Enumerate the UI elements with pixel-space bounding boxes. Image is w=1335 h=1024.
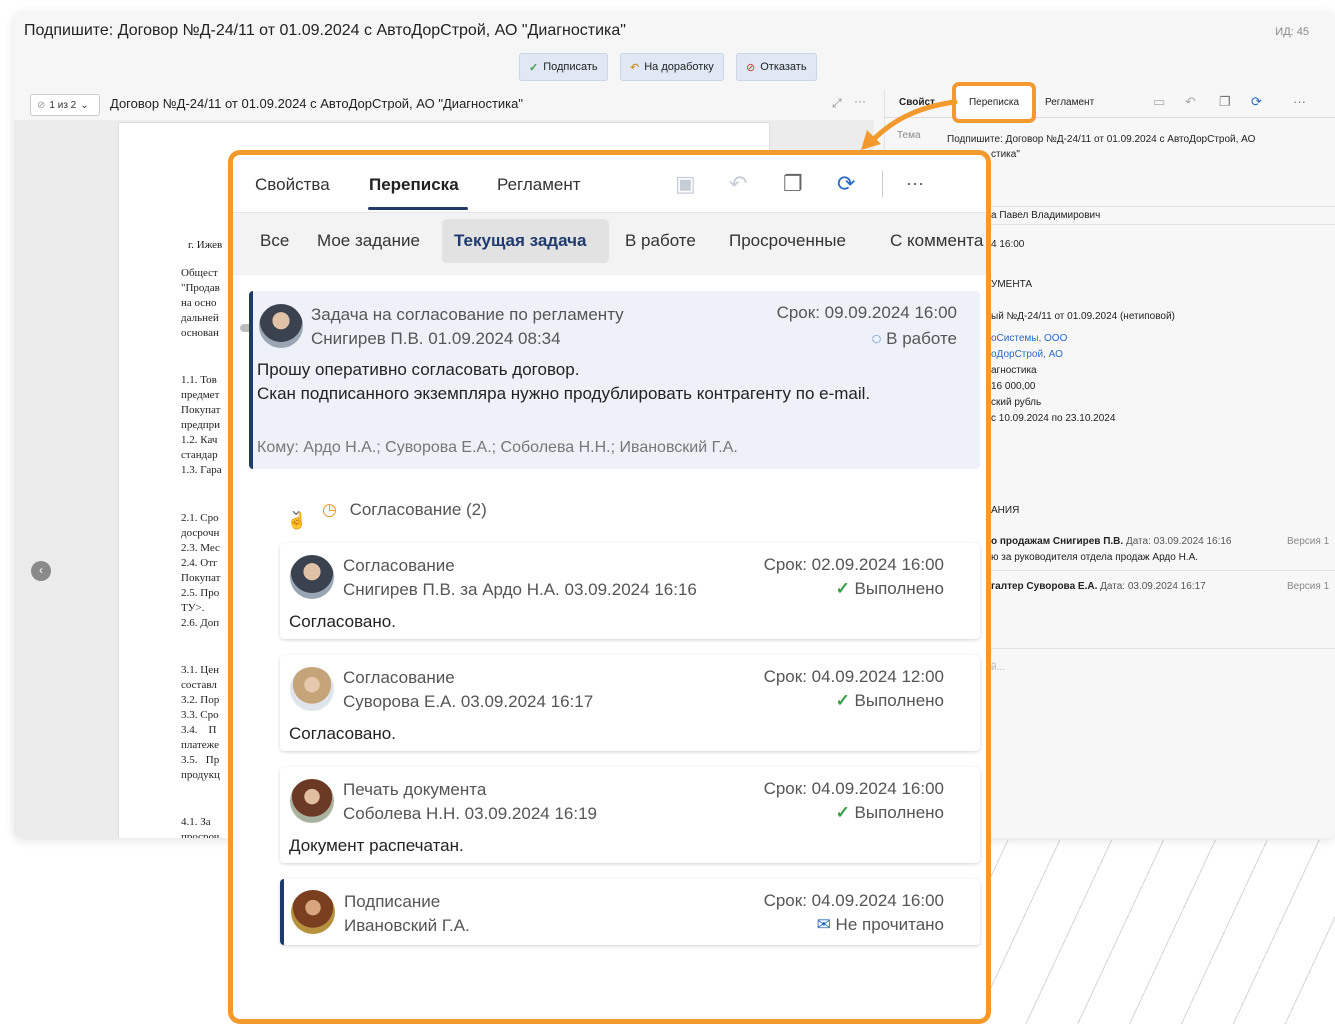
filter-all[interactable]: Все [260, 231, 289, 251]
chevron-down-icon: ⌄ [80, 99, 89, 111]
avatar [290, 667, 334, 711]
save-icon[interactable]: ▭ [1153, 94, 1165, 110]
refresh-icon[interactable]: ⟳ [1251, 94, 1262, 110]
group-header[interactable]: ⌄ ◷ Согласование (2) [289, 500, 487, 520]
author-value: а Павел Владимирович [991, 210, 1101, 221]
unread-envelope-icon: ✉ [816, 915, 831, 934]
filter-with-comments[interactable]: С коммента [890, 231, 983, 251]
undo-icon: ↶ [630, 61, 640, 74]
save-icon[interactable]: ▣ [675, 171, 696, 197]
filter-tabs: Все Мое задание Текущая задача В работе … [233, 213, 986, 332]
more-icon[interactable]: ··· [906, 173, 924, 194]
check-icon: ✓ [529, 61, 539, 74]
attachment-icon: ⊘ [37, 99, 46, 111]
main-task-card[interactable]: Задача на согласование по регламенту Сни… [249, 291, 980, 469]
document-toolbar: ⊘ 1 из 2 ⌄ Договор №Д-24/11 от 01.09.202… [14, 92, 874, 118]
tab-regulation[interactable]: Регламент [497, 175, 581, 195]
undo-icon[interactable]: ↶ [1185, 94, 1196, 110]
avatar [290, 555, 334, 599]
check-icon: ✓ [835, 579, 850, 598]
page-selector[interactable]: ⊘ 1 из 2 ⌄ [30, 94, 100, 116]
prev-page-icon[interactable]: ‹ [31, 561, 51, 581]
more-icon[interactable]: ··· [1293, 94, 1306, 109]
cursor-hand-icon: ☝ [287, 513, 307, 530]
avatar [291, 890, 335, 934]
avatar [259, 304, 303, 348]
org-link-2[interactable]: оДорСтрой, АО [991, 349, 1063, 360]
correspondence-panel: Свойства Переписка Регламент ▣ ↶ ❐ ⟳ ···… [228, 150, 991, 1024]
rework-button[interactable]: ↶ На доработку [620, 53, 724, 81]
org-link-1[interactable]: оСистемы, ООО [991, 333, 1067, 344]
filter-in-work[interactable]: В работе [625, 231, 696, 251]
tab-regulation-bg[interactable]: Регламент [1045, 97, 1094, 108]
filter-my-task[interactable]: Мое задание [317, 231, 420, 251]
undo-icon[interactable]: ↶ [729, 171, 747, 197]
task-card[interactable]: Согласование Суворова Е.А. 03.09.2024 16… [280, 655, 980, 751]
copy-icon[interactable]: ❐ [1219, 94, 1231, 110]
task-card[interactable]: Согласование Снигирев П.В. за Ардо Н.А. … [280, 543, 980, 639]
window-title: Подпишите: Договор №Д-24/11 от 01.09.202… [24, 22, 626, 39]
task-card[interactable]: Подписание Ивановский Г.А. Срок: 04.09.2… [280, 879, 980, 945]
in-progress-icon: ◌ [871, 329, 882, 348]
tab-correspondence[interactable]: Переписка [369, 175, 459, 195]
document-id: ИД: 45 [1275, 26, 1309, 38]
refresh-icon[interactable]: ⟳ [837, 171, 855, 197]
filter-current-task[interactable]: Текущая задача [454, 231, 586, 251]
ban-icon: ⊘ [746, 61, 756, 74]
avatar [290, 779, 334, 823]
deadline-value: 4 16:00 [991, 239, 1025, 250]
tab-props[interactable]: Свойства [255, 175, 330, 195]
sign-button[interactable]: ✓ Подписать [519, 53, 608, 81]
check-icon: ✓ [835, 803, 850, 822]
check-icon: ✓ [835, 691, 850, 710]
clock-icon: ◷ [321, 500, 337, 519]
panel-tabs: Свойства Переписка Регламент ▣ ↶ ❐ ⟳ ··· [233, 155, 986, 213]
filter-overdue[interactable]: Просроченные [729, 231, 846, 251]
expand-icon[interactable]: ⤢ [832, 96, 842, 111]
reject-button[interactable]: ⊘ Отказать [736, 53, 817, 81]
task-card[interactable]: Печать документа Соболева Н.Н. 03.09.202… [280, 767, 980, 863]
theme-value: Подпишите: Договор №Д-24/11 от 01.09.202… [947, 134, 1256, 145]
document-name: Договор №Д-24/11 от 01.09.2024 с АвтоДор… [110, 96, 523, 111]
pointer-arrow [861, 99, 958, 150]
document-link: ый №Д-24/11 от 01.09.2024 (нетиповой) [991, 311, 1175, 322]
copy-icon[interactable]: ❐ [783, 171, 803, 197]
